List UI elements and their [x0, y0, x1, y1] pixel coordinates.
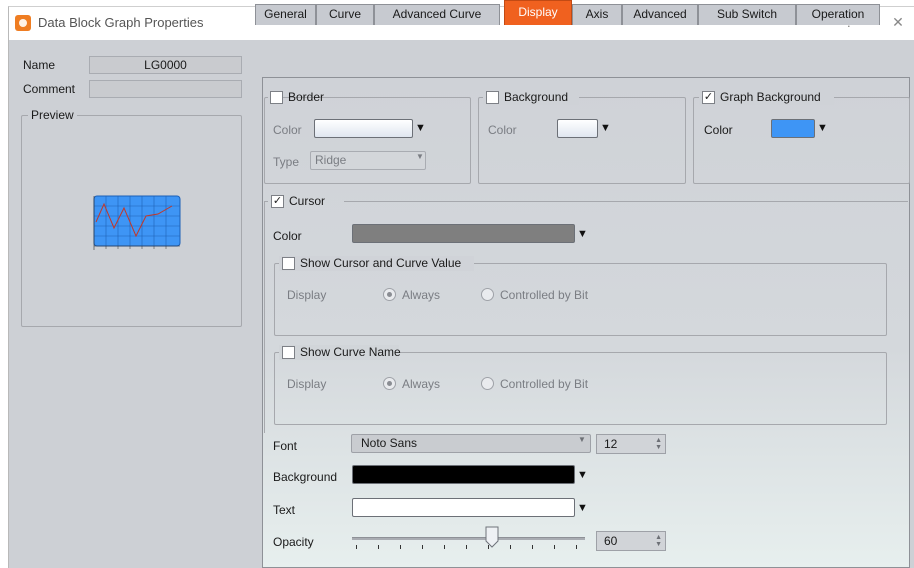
show-cursor-value-title: Show Cursor and Curve Value [300, 256, 462, 270]
show-cursor-value-always-radio[interactable] [383, 288, 396, 301]
opacity-tick [510, 545, 511, 549]
preview-thumbnail-icon [93, 195, 181, 250]
opacity-label: Opacity [273, 535, 314, 549]
background-checkbox[interactable] [486, 91, 499, 104]
text-color-label: Text [273, 503, 296, 517]
border-checkbox[interactable] [270, 91, 283, 104]
show-curve-name-bit-radio[interactable] [481, 377, 494, 390]
graph-background-checkbox[interactable]: ✓ [702, 91, 715, 104]
tab-curve[interactable]: Curve [316, 4, 374, 25]
border-group [264, 97, 471, 184]
text-color-dropdown-icon[interactable]: ▼ [577, 499, 588, 518]
comment-field[interactable] [89, 80, 242, 98]
show-cursor-value-bit-label: Controlled by Bit [500, 288, 589, 302]
opacity-tick [532, 545, 533, 549]
background-title: Background [504, 90, 569, 104]
show-curve-name-bit-label: Controlled by Bit [500, 377, 589, 391]
text-color-picker[interactable] [352, 498, 575, 517]
font-size-spin-arrows-icon[interactable]: ▲ ▼ [655, 437, 662, 451]
preview-group: Preview [21, 108, 242, 327]
tab-advanced-curve[interactable]: Advanced Curve [374, 4, 500, 25]
close-button[interactable]: ✕ [888, 12, 908, 32]
tab-axis[interactable]: Axis [572, 4, 622, 25]
border-color-label: Color [273, 123, 302, 137]
opacity-tick [356, 545, 357, 549]
name-label: Name [23, 58, 56, 72]
cursor-title: Cursor [289, 194, 326, 208]
graph-background-color-label: Color [704, 123, 733, 137]
font-size-value: 12 [604, 437, 618, 451]
tab-advanced[interactable]: Advanced [622, 4, 698, 25]
show-cursor-value-bit-radio[interactable] [481, 288, 494, 301]
background-color-label: Color [488, 123, 517, 137]
font-value: Noto Sans [361, 436, 418, 450]
opacity-tick [378, 545, 379, 549]
cursor-legend: ✓ Cursor [271, 194, 343, 209]
opacity-tick [466, 545, 467, 549]
show-cursor-value-always-label: Always [402, 288, 441, 302]
opacity-slider-ticks [352, 545, 585, 551]
window-title: Data Block Graph Properties [38, 15, 204, 30]
opacity-tick [576, 545, 577, 549]
app-icon [15, 15, 31, 31]
tab-display[interactable]: Display [504, 0, 572, 25]
graph-background-title: Graph Background [720, 90, 821, 104]
show-curve-name-display-label: Display [287, 377, 327, 391]
background-legend: Background [483, 90, 579, 105]
tab-operation[interactable]: Operation [796, 4, 880, 25]
background-group [478, 97, 686, 184]
name-field[interactable]: LG0000 [89, 56, 242, 74]
border-type-chevron-icon: ▼ [416, 152, 424, 161]
graph-background-group [693, 97, 910, 184]
text-background-dropdown-icon[interactable]: ▼ [577, 466, 588, 485]
opacity-slider-track[interactable] [352, 537, 585, 540]
graph-background-color-dropdown-icon[interactable]: ▼ [817, 119, 828, 138]
cursor-color-label: Color [273, 229, 302, 243]
font-chevron-icon: ▼ [578, 435, 586, 444]
font-label: Font [273, 439, 298, 453]
opacity-slider-thumb-icon[interactable] [485, 526, 499, 548]
show-curve-name-checkbox[interactable] [282, 346, 295, 359]
text-background-label: Background [273, 470, 338, 484]
border-title: Border [288, 90, 325, 104]
text-background-color-picker[interactable] [352, 465, 575, 484]
border-color-dropdown-icon[interactable]: ▼ [415, 119, 426, 138]
border-color-picker[interactable] [314, 119, 413, 138]
show-curve-name-always-radio[interactable] [383, 377, 396, 390]
comment-label: Comment [23, 82, 76, 96]
show-curve-name-legend: Show Curve Name [279, 345, 401, 360]
cursor-color-picker[interactable] [352, 224, 575, 243]
show-cursor-value-display-label: Display [287, 288, 327, 302]
cursor-group-line [344, 201, 908, 202]
background-color-dropdown-icon[interactable]: ▼ [600, 119, 611, 138]
background-color-picker[interactable] [557, 119, 598, 138]
opacity-tick [422, 545, 423, 549]
opacity-tick [444, 545, 445, 549]
border-type-value: Ridge [315, 153, 347, 167]
show-cursor-value-legend: Show Cursor and Curve Value [279, 256, 474, 271]
show-cursor-value-checkbox[interactable] [282, 257, 295, 270]
opacity-tick [554, 545, 555, 549]
font-select[interactable]: Noto Sans [351, 434, 591, 453]
graph-background-legend: ✓ Graph Background [699, 90, 834, 105]
cursor-color-dropdown-icon[interactable]: ▼ [577, 225, 588, 244]
cursor-checkbox[interactable]: ✓ [271, 195, 284, 208]
border-type-label: Type [273, 155, 300, 169]
border-type-select[interactable]: Ridge [310, 151, 426, 170]
font-size-spinner[interactable]: 12 ▲ ▼ [596, 434, 666, 454]
show-curve-name-always-label: Always [402, 377, 441, 391]
cursor-group-line-vertical [264, 201, 265, 433]
opacity-tick [400, 545, 401, 549]
show-curve-name-title: Show Curve Name [300, 345, 401, 359]
tab-general[interactable]: General [255, 4, 316, 25]
tab-sub-switch[interactable]: Sub Switch [698, 4, 796, 25]
opacity-value: 60 [604, 534, 618, 548]
border-legend: Border [268, 90, 324, 105]
opacity-spinner[interactable]: 60 ▲ ▼ [596, 531, 666, 551]
preview-label: Preview [28, 108, 77, 122]
opacity-spin-arrows-icon[interactable]: ▲ ▼ [655, 534, 662, 548]
graph-background-color-picker[interactable] [771, 119, 815, 138]
